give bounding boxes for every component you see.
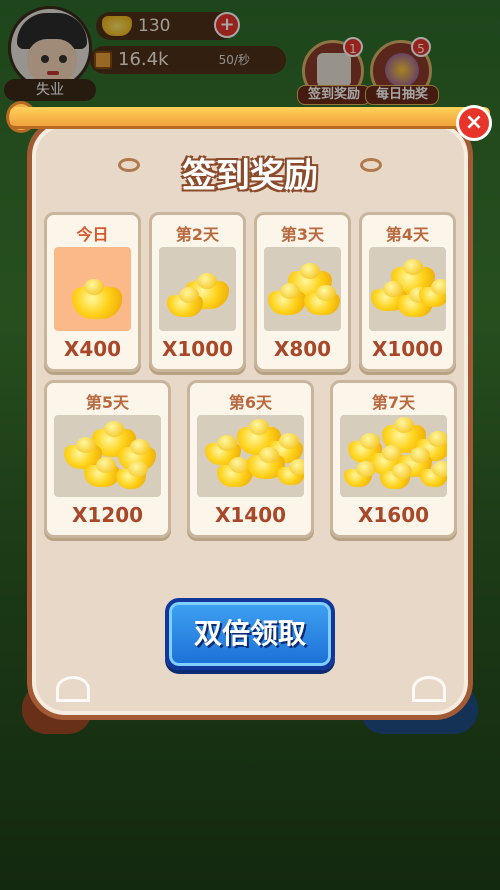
reward-card-day6[interactable]: 第6天 X1400 [187,380,314,538]
gold-ingot-icon [54,415,161,497]
reward-day-label: 第2天 [175,225,220,244]
scroll-bar-top [10,107,490,129]
reward-day-label: 第3天 [280,225,325,244]
reward-amount: X1200 [71,503,144,527]
gold-ingot-icon [197,415,304,497]
reward-amount: X1000 [371,337,444,361]
reward-card-day7[interactable]: 第7天 X1600 [330,380,457,538]
reward-day-label: 第4天 [385,225,430,244]
corner-ornament-left [56,676,90,702]
corner-ornament-right [412,676,446,702]
reward-amount: X400 [63,337,122,361]
reward-card-day1[interactable]: 今日 X400 [44,212,141,372]
reward-day-label: 第7天 [371,393,416,412]
reward-amount: X1600 [357,503,430,527]
gold-ingot-icon [264,247,341,331]
reward-day-label: 今日 [76,225,109,244]
dialog-title: 签到奖励 [182,156,318,196]
reward-card-day3[interactable]: 第3天 X800 [254,212,351,372]
reward-card-day5[interactable]: 第5天 X1200 [44,380,171,538]
gold-ingot-icon [159,247,236,331]
gold-ingot-icon [340,415,447,497]
reward-amount: X1400 [214,503,287,527]
gold-ingot-icon [369,247,446,331]
reward-day-label: 第5天 [85,393,130,412]
reward-amount: X800 [273,337,332,361]
reward-amount: X1000 [161,337,234,361]
reward-card-day2[interactable]: 第2天 X1000 [149,212,246,372]
reward-day-label: 第6天 [228,393,273,412]
gold-ingot-icon [54,247,131,331]
reward-card-day4[interactable]: 第4天 X1000 [359,212,456,372]
double-claim-button[interactable]: 双倍领取 [165,598,335,670]
close-button[interactable]: × [456,105,492,141]
